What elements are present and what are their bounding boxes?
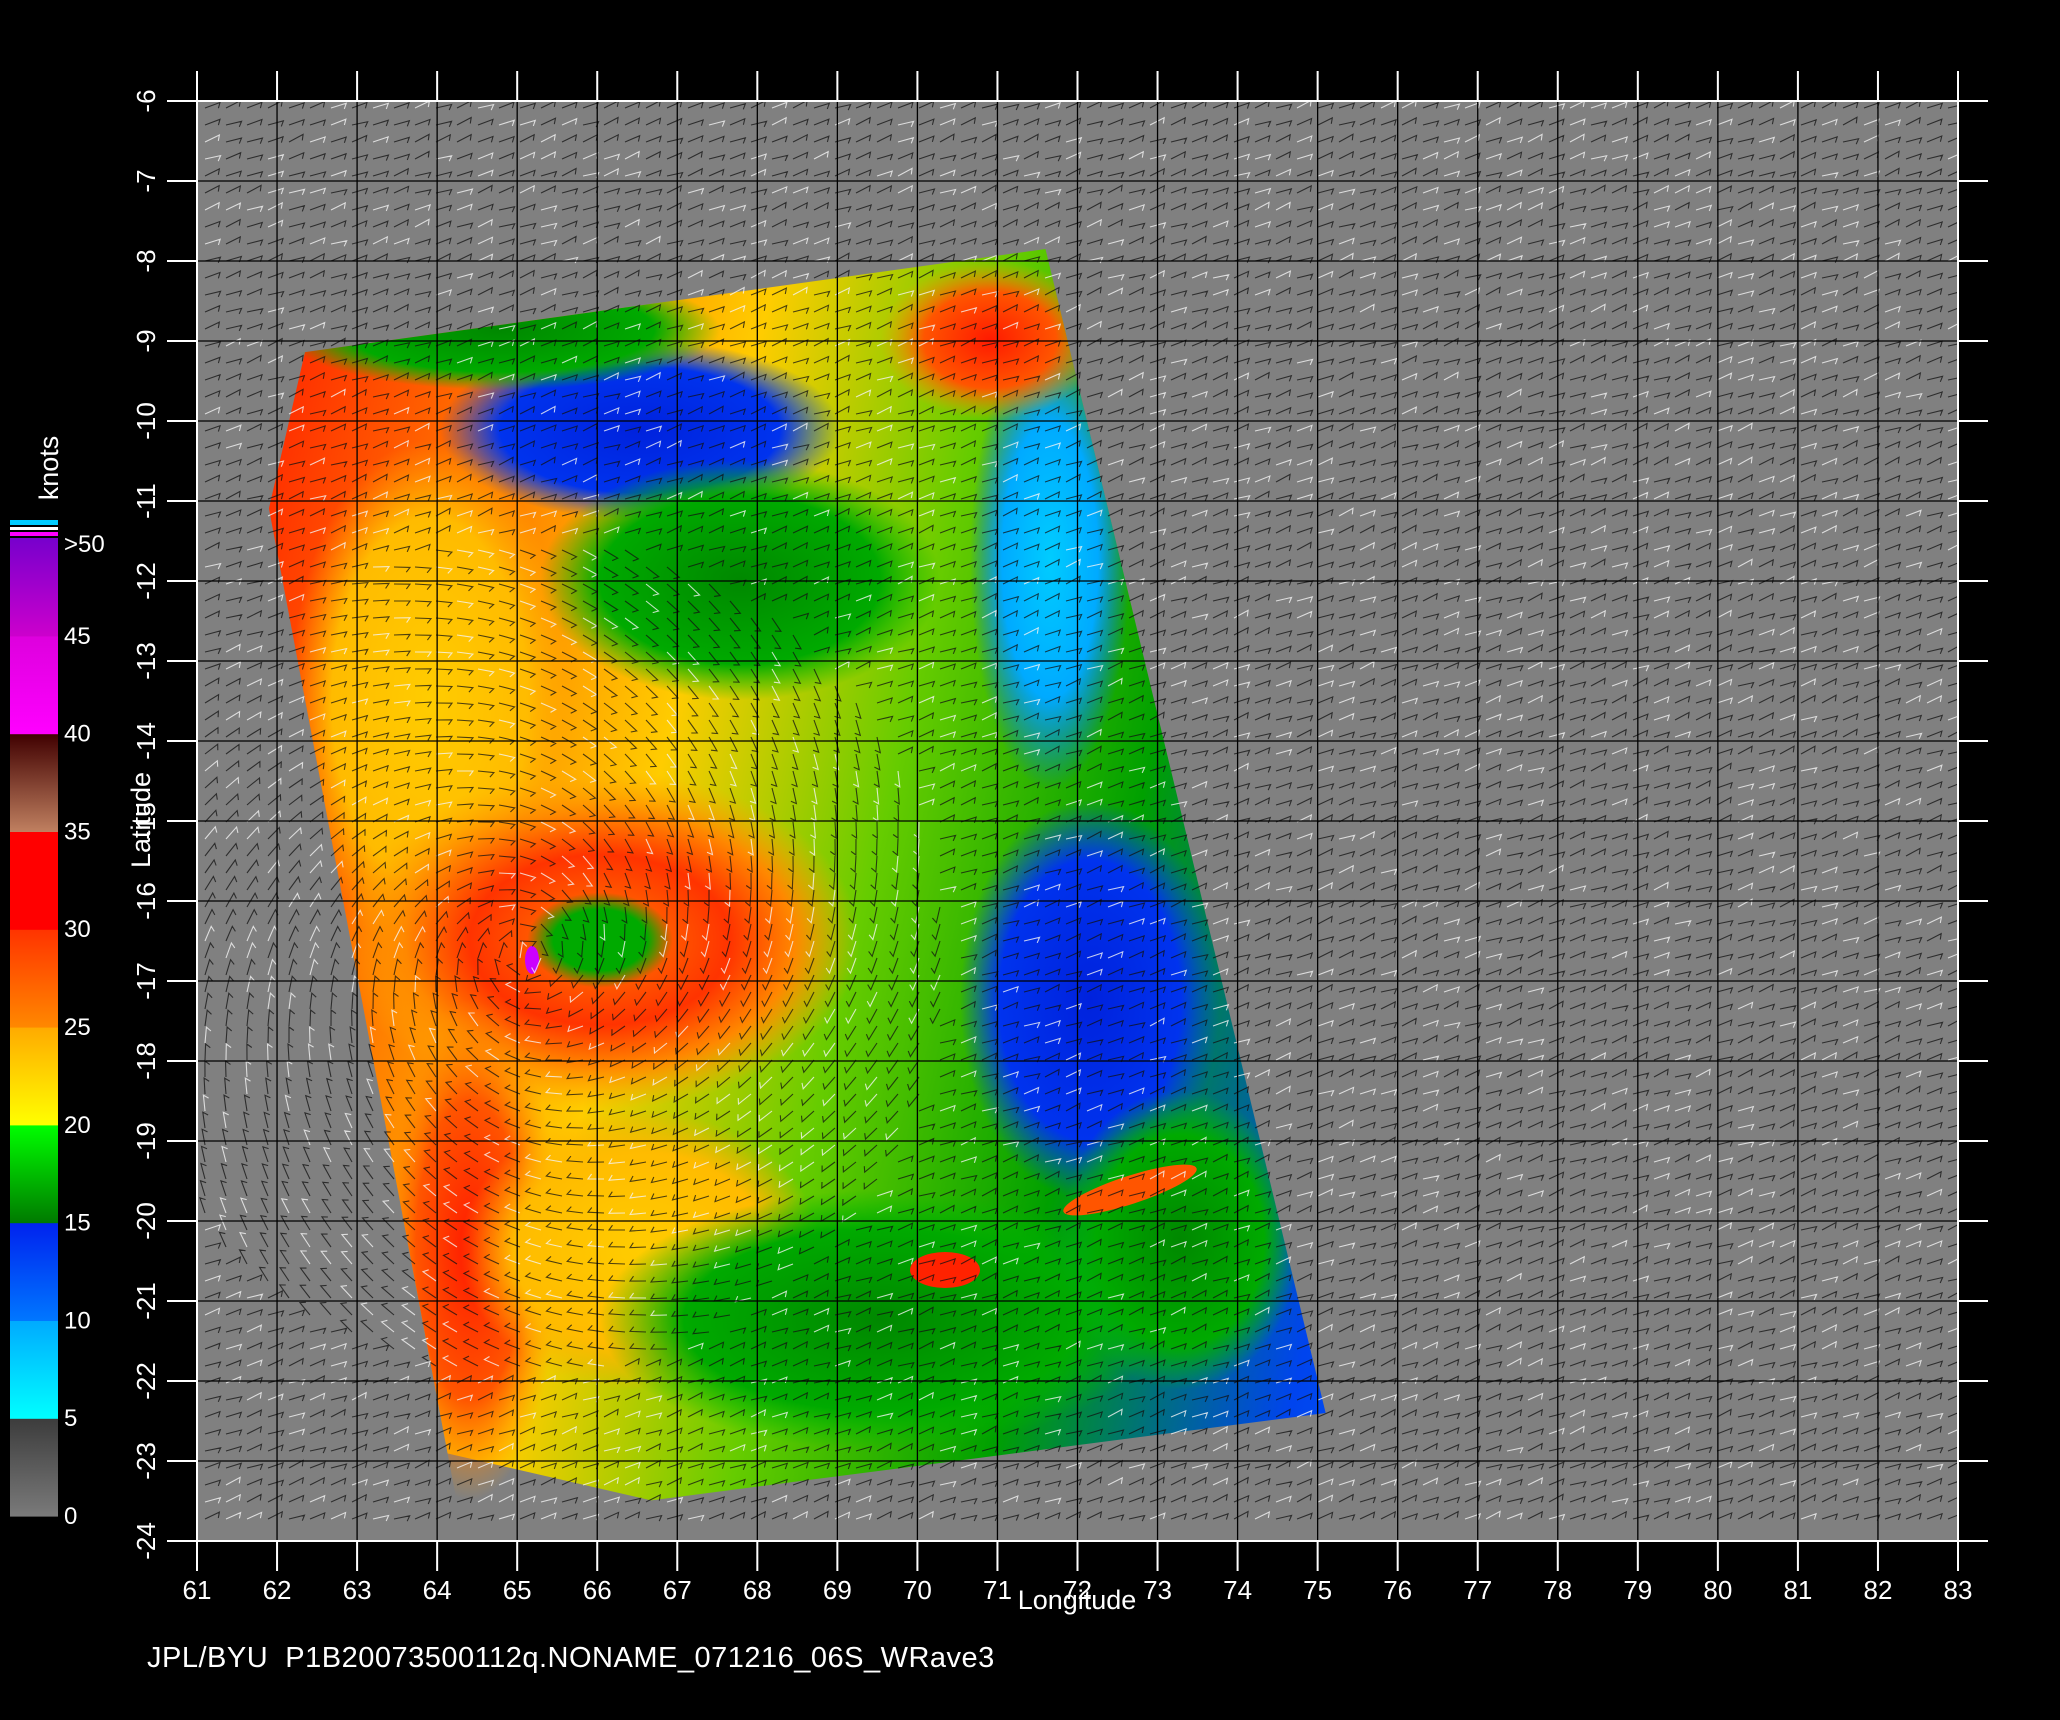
lon-tick-label: 64 [423,1575,452,1605]
lon-tick-label: 76 [1383,1575,1412,1605]
x-axis-title: Longitude [1018,1585,1137,1615]
lon-tick-label: 73 [1143,1575,1172,1605]
red-spot-south [910,1252,980,1288]
footer-caption: JPL/BYU P1B20073500112q.NONAME_071216_06… [147,1642,995,1675]
lon-tick-label: 68 [743,1575,772,1605]
colorbar-label: 40 [64,721,91,748]
lon-tick-label: 69 [823,1575,852,1605]
colorbar: 0 5 10 15 20 25 30 35 40 45 >50 knots [10,436,105,1530]
lon-tick-label: 63 [343,1575,372,1605]
lat-tick-label: -24 [131,1522,161,1560]
colorbar-top-stripe [10,527,58,530]
lat-tick-label: -6 [131,89,161,112]
lon-tick-label: 66 [583,1575,612,1605]
lon-tick-label: 65 [503,1575,532,1605]
lon-tick-label: 75 [1303,1575,1332,1605]
colorbar-band [10,635,58,735]
lat-tick-label: -23 [131,1442,161,1480]
green-region-center [540,460,940,700]
colorbar-top-stripe [10,532,58,536]
lat-tick-label: -9 [131,329,161,352]
footer-filename: P1B20073500112q.NONAME_071216_06S_WRave3 [285,1642,995,1674]
lat-tick-label: -8 [131,249,161,272]
colorbar-band [10,929,58,1028]
colorbar-label: 0 [64,1503,77,1530]
colorbar-label: 45 [64,623,91,650]
colorbar-label: 30 [64,916,91,943]
lat-tick-label: -12 [131,562,161,600]
wind-map: 61 62 63 64 65 66 67 68 69 70 71 72 73 74 75 76 77 78 79 80… [10,71,1988,1615]
colorbar-band [10,1320,58,1419]
lon-tick-label: 81 [1783,1575,1812,1605]
colorbar-label: 15 [64,1210,91,1237]
lon-tick-label: 83 [1944,1575,1973,1605]
colorbar-band [10,1222,58,1321]
lon-tick-label: 78 [1543,1575,1572,1605]
lat-tick-label: -22 [131,1362,161,1400]
colorbar-label: 25 [64,1014,91,1041]
colorbar-label: 5 [64,1405,77,1432]
lat-tick-label: -11 [131,483,161,519]
lat-tick-label: -18 [131,1042,161,1080]
lat-tick-label: -17 [131,962,161,1000]
lat-tick-label: -19 [131,1122,161,1160]
colorbar-label: 10 [64,1307,91,1334]
colorbar-label: >50 [64,531,105,558]
lat-tick-label: -10 [131,402,161,440]
lon-tick-label: 62 [263,1575,292,1605]
colorbar-band [10,733,58,832]
lon-tick-label: 71 [983,1575,1012,1605]
lat-tick-label: -7 [131,169,161,192]
lat-tick-label: -16 [131,882,161,920]
colorbar-band [10,1124,58,1224]
lat-tick-label: -14 [131,722,161,760]
colorbar-band [10,538,58,637]
lon-tick-label: 61 [183,1575,212,1605]
y-axis-title: Latitude [126,772,156,868]
lon-tick-label: 79 [1623,1575,1652,1605]
lon-tick-label: 67 [663,1575,692,1605]
footer-credit: JPL/BYU [147,1642,269,1674]
lon-tick-label: 74 [1223,1575,1252,1605]
lat-tick-label: -20 [131,1202,161,1240]
lat-tick-label: -13 [131,642,161,680]
storm-center-magenta [525,946,539,974]
colorbar-top-stripe [10,520,58,525]
colorbar-band [10,1418,58,1517]
lon-tick-label: 70 [903,1575,932,1605]
lat-tick-label: -21 [131,1282,161,1320]
lon-tick-label: 82 [1863,1575,1892,1605]
colorbar-label: 20 [64,1112,91,1139]
colorbar-units: knots [34,436,64,501]
lon-tick-label: 80 [1703,1575,1732,1605]
lon-tick-label: 77 [1463,1575,1492,1605]
colorbar-band [10,1027,58,1126]
colorbar-label: 35 [64,818,91,845]
colorbar-band [10,831,58,930]
